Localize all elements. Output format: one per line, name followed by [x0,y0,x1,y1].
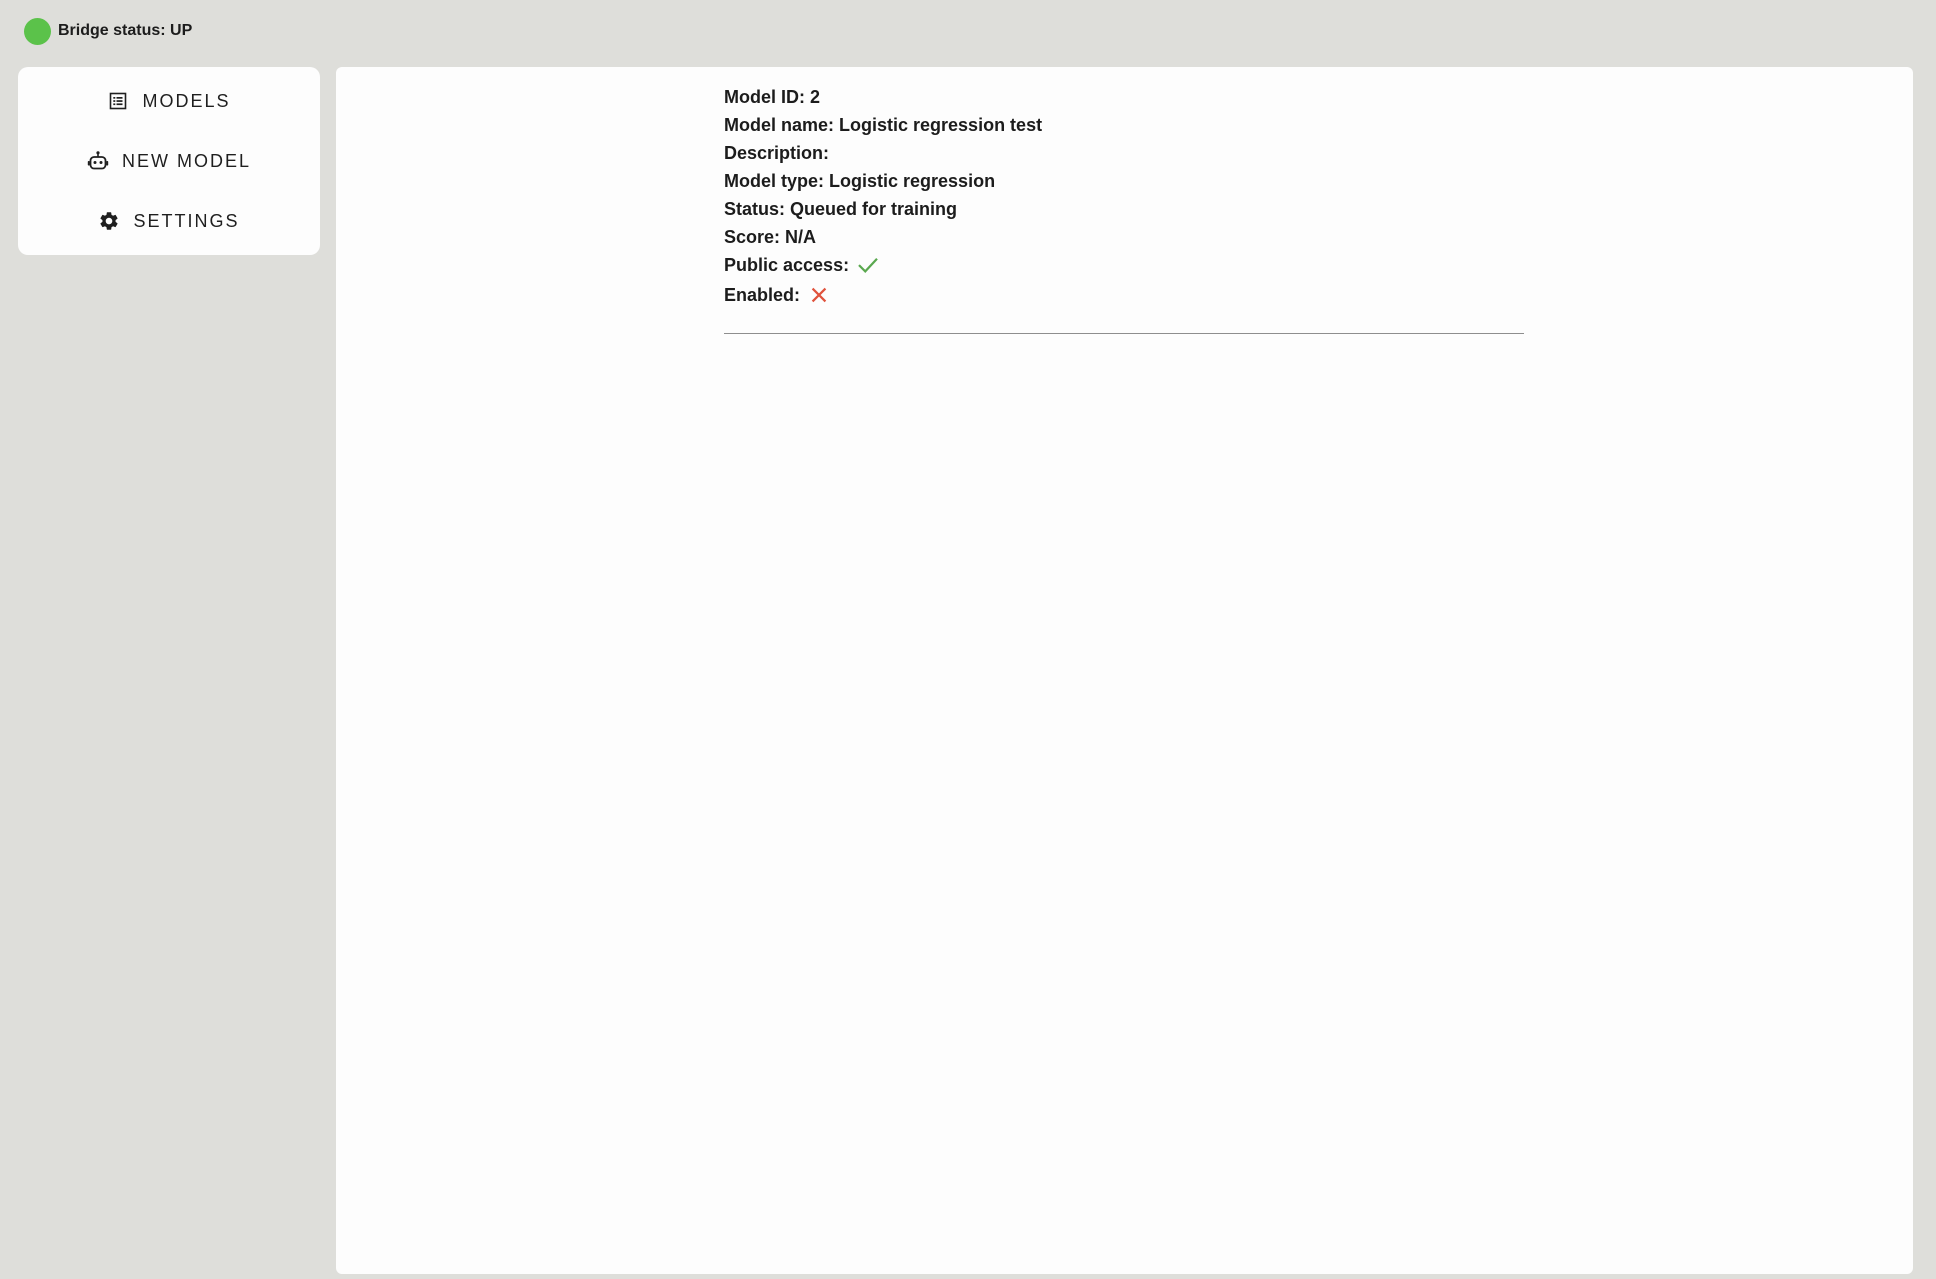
model-type-row: Model type: Logistic regression [724,167,1524,195]
main-panel: Model ID: 2 Model name: Logistic regress… [336,67,1913,1274]
score-row: Score: N/A [724,223,1524,251]
status-row: Status: Queued for training [724,195,1524,223]
model-id-value: 2 [810,87,821,107]
model-id-label: Model ID: [724,87,805,107]
bridge-status-value: UP [170,22,193,39]
model-details: Model ID: 2 Model name: Logistic regress… [724,83,1524,309]
enabled-label: Enabled: [724,285,801,305]
status-label: Status: [724,199,786,219]
sidebar-item-settings[interactable]: SETTINGS [18,196,320,246]
app-root: Bridge status: UP MODELS NEW MODEL SETTI… [0,0,1936,1279]
status-value: Queued for training [790,199,958,219]
sidebar-item-new-model[interactable]: NEW MODEL [18,136,320,186]
description-row: Description: [724,139,1524,167]
sidebar-item-models[interactable]: MODELS [18,76,320,126]
model-id-row: Model ID: 2 [724,83,1524,111]
list-icon [107,90,129,112]
bridge-status-label: Bridge status: [58,22,166,39]
model-name-label: Model name: [724,115,835,135]
score-label: Score: [724,227,781,247]
status-indicator-icon [24,17,51,45]
check-icon [857,254,879,276]
gear-icon [98,210,120,232]
enabled-row: Enabled: [724,281,1524,309]
divider [724,333,1524,334]
bridge-status: Bridge status: UP [24,17,192,45]
public-access-label: Public access: [724,255,850,275]
model-type-label: Model type: [724,171,825,191]
description-label: Description: [724,143,830,163]
sidebar: MODELS NEW MODEL SETTINGS [18,67,320,255]
score-value: N/A [785,227,817,247]
model-type-value: Logistic regression [829,171,996,191]
sidebar-item-label: MODELS [142,90,231,111]
bridge-status-text: Bridge status: UP [58,22,192,40]
sidebar-item-label: SETTINGS [133,210,240,231]
close-icon [808,284,830,306]
model-name-value: Logistic regression test [839,115,1043,135]
sidebar-item-label: NEW MODEL [121,150,251,171]
model-name-row: Model name: Logistic regression test [724,111,1524,139]
robot-icon [87,150,109,172]
public-access-row: Public access: [724,251,1524,279]
